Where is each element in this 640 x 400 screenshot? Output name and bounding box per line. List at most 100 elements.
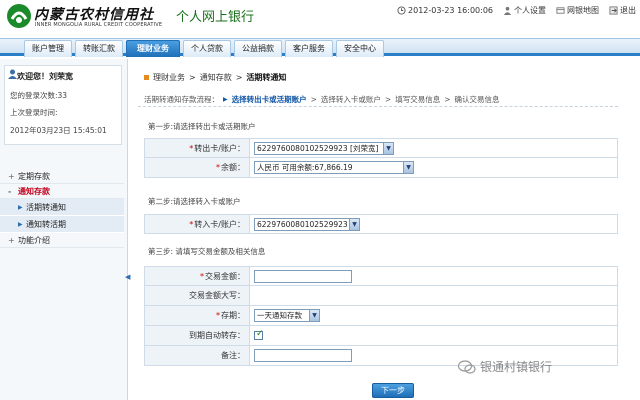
- expand-plus-icon: +: [8, 236, 15, 245]
- out-card-select[interactable]: 6229760080102529923 [刘荣宽] ▼: [254, 141, 394, 155]
- watermark: 银通村镇银行: [458, 358, 552, 375]
- step2-title: 第二步:请选择转入卡或账户: [148, 197, 241, 206]
- sidebar-item-label: 通知转活期: [26, 220, 66, 229]
- header: 内蒙古农村信用社 INNER MONGOLIA RURAL CREDIT COO…: [0, 0, 640, 38]
- sidebar-item-intro[interactable]: + 功能介绍: [0, 233, 124, 248]
- datetime-text: 2012-03-23 16:00:06: [408, 6, 493, 15]
- balance-select[interactable]: 人民币 可用余额:67,866.19 ▼: [254, 161, 414, 174]
- logo-text: 内蒙古农村信用社: [34, 7, 154, 23]
- bank-title: 个人网上银行: [176, 10, 255, 25]
- chevron-down-icon: ▼: [403, 162, 413, 173]
- sidebar-item-notice-deposit[interactable]: - 通知存款: [0, 184, 124, 199]
- amount-upper-row: 交易金额大写：: [144, 286, 618, 306]
- required-mark: *: [200, 272, 204, 281]
- auto-renew-row: 到期自动转存： ✓: [144, 326, 618, 346]
- datetime: 2012-03-23 16:00:06: [397, 6, 493, 15]
- logout-link[interactable]: 退出: [609, 5, 636, 16]
- sidebar-collapse-icon[interactable]: ◀: [125, 273, 130, 285]
- welcome-panel: 欢迎您！刘荣宽 您的登录次数:33 上次登录时间: 2012年03月23日 15…: [4, 65, 122, 145]
- breadcrumb-item[interactable]: 理财业务: [153, 72, 185, 83]
- out-card-value: 6229760080102529923 [刘荣宽]: [257, 143, 379, 153]
- main-content: 理财业务 > 通知存款 > 活期转通知 活期转通知存款流程： ▶ 选择转出卡或活…: [138, 66, 638, 400]
- nav-customer-service[interactable]: 客户服务: [285, 40, 333, 57]
- nav-wealth-management[interactable]: 理财业务: [126, 40, 180, 57]
- balance-label: 余额：: [221, 163, 245, 172]
- collapse-minus-icon: -: [8, 187, 12, 196]
- checkmark-icon: ✓: [256, 329, 264, 339]
- chevron-down-icon: ▼: [309, 310, 319, 321]
- amount-upper-value: [250, 286, 254, 305]
- in-card-row: *转入卡/账户： 6229760080102529923 ▼: [144, 214, 618, 234]
- watermark-text: 银通村镇银行: [480, 360, 553, 374]
- clock-icon: [397, 6, 406, 15]
- amount-upper-label: 交易金额大写：: [189, 291, 245, 300]
- settings-link[interactable]: 个人设置: [503, 5, 546, 16]
- out-card-label: 转出卡/账户：: [194, 144, 245, 153]
- in-card-value: 6229760080102529923: [257, 219, 348, 229]
- out-card-row: *转出卡/账户： 6229760080102529923 [刘荣宽] ▼: [144, 138, 618, 158]
- step1-title: 第一步:请选择转出卡或活期账户: [148, 122, 256, 131]
- settings-label: 个人设置: [514, 6, 546, 15]
- nav-transfer[interactable]: 转账汇款: [75, 40, 123, 57]
- wechat-icon: [458, 359, 476, 374]
- nav-charity-donation[interactable]: 公益捐款: [234, 40, 282, 57]
- flow-step-current: 选择转出卡或活期账户: [231, 95, 307, 104]
- user-settings-icon: [503, 6, 512, 15]
- auto-renew-checkbox[interactable]: ✓: [254, 329, 264, 340]
- breadcrumb: 理财业务 > 通知存款 > 活期转通知: [144, 72, 286, 83]
- breadcrumb-current: 活期转通知: [246, 73, 287, 82]
- current-step-arrow-icon: ▶: [223, 96, 228, 103]
- logout-icon: [609, 6, 618, 15]
- required-mark: *: [216, 311, 220, 320]
- arrow-right-icon: ▶: [18, 204, 23, 211]
- required-mark: *: [189, 144, 194, 153]
- last-login-time: 2012年03月23日 15:45:01: [10, 126, 107, 135]
- remark-label: 备注：: [221, 351, 245, 360]
- term-label: 存期：: [221, 311, 245, 320]
- nav-security-center[interactable]: 安全中心: [336, 40, 384, 57]
- sidebar-subitem-notice-to-current[interactable]: ▶ 通知转活期: [0, 216, 124, 233]
- balance-row: *余额： 人民币 可用余额:67,866.19 ▼: [144, 158, 618, 178]
- required-mark: *: [189, 220, 194, 229]
- sitemap-link[interactable]: 网银地图: [556, 5, 599, 16]
- flow-step: 填写交易信息: [395, 95, 441, 104]
- sidebar-item-fixed-deposit[interactable]: + 定期存款: [0, 169, 124, 184]
- remark-input[interactable]: [254, 349, 352, 362]
- amount-label: 交易金额：: [205, 272, 245, 281]
- welcome-text: 欢迎您！刘荣宽: [17, 72, 73, 81]
- sitemap-label: 网银地图: [567, 6, 599, 15]
- chevron-down-icon: ▼: [349, 218, 359, 230]
- flow-label: 活期转通知存款流程：: [144, 95, 219, 104]
- required-mark: *: [216, 163, 220, 172]
- sidebar-item-label: 定期存款: [18, 172, 50, 181]
- logo-english-text: INNER MONGOLIA RURAL CREDIT COOPERATIVE: [35, 22, 163, 28]
- flow-step: 选择转入卡或账户: [320, 95, 381, 104]
- sidebar-item-label: 功能介绍: [18, 236, 50, 245]
- in-card-label: 转入卡/账户：: [194, 220, 245, 229]
- flow-steps: 活期转通知存款流程： ▶ 选择转出卡或活期账户 > 选择转入卡或账户 > 填写交…: [138, 93, 618, 107]
- top-links: 2012-03-23 16:00:06 个人设置 网银地图 退出: [397, 5, 636, 16]
- nav-personal-loan[interactable]: 个人贷款: [183, 40, 231, 57]
- chevron-down-icon: ▼: [383, 142, 393, 154]
- arrow-right-icon: ▶: [18, 221, 23, 228]
- term-value: 一天通知存款: [257, 311, 302, 320]
- expand-plus-icon: +: [8, 172, 15, 181]
- step3-title: 第三步: 请填写交易金额及相关信息: [148, 247, 266, 256]
- sitemap-icon: [556, 7, 565, 14]
- flow-step: 确认交易信息: [454, 95, 500, 104]
- term-select[interactable]: 一天通知存款 ▼: [254, 309, 320, 322]
- bullet-square-icon: [144, 75, 149, 80]
- nav-account-management[interactable]: 账户管理: [24, 40, 72, 57]
- sidebar-subitem-current-to-notice[interactable]: ▶ 活期转通知: [0, 199, 124, 216]
- logout-label: 退出: [620, 6, 636, 15]
- sidebar: 欢迎您！刘荣宽 您的登录次数:33 上次登录时间: 2012年03月23日 15…: [0, 59, 130, 400]
- balance-value: 人民币 可用余额:67,866.19: [257, 163, 353, 172]
- amount-input[interactable]: [254, 269, 352, 283]
- sidebar-item-label: 通知存款: [18, 187, 50, 196]
- breadcrumb-item[interactable]: 通知存款: [200, 72, 232, 83]
- login-count: 您的登录次数:33: [10, 91, 68, 100]
- next-step-button[interactable]: 下一步: [372, 383, 414, 398]
- sidebar-menu: + 定期存款 - 通知存款 ▶ 活期转通知 ▶ 通知转活期 + 功能介绍: [0, 169, 124, 248]
- auto-renew-label: 到期自动转存：: [189, 331, 245, 340]
- in-card-select[interactable]: 6229760080102529923 ▼: [254, 217, 360, 231]
